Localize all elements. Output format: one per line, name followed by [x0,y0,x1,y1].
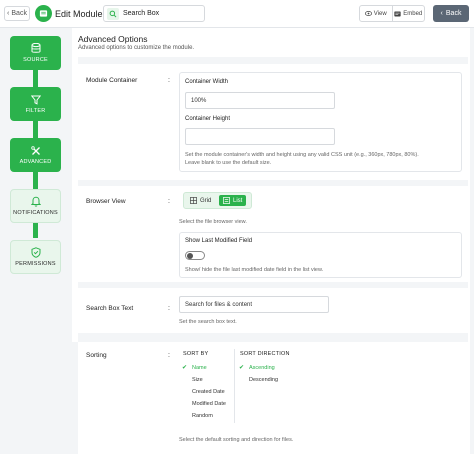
list-icon [223,197,230,204]
sorting-help: Select the default sorting and direction… [179,437,294,443]
embed-label: Embed [403,10,423,17]
colon: : [168,352,170,359]
step-source-label: SOURCE [23,57,48,63]
chevron-left-icon: ‹ [440,10,443,17]
grid-label: Grid [200,197,212,204]
direction-descending[interactable]: Descending [249,377,278,383]
divider [78,333,468,342]
page-title: Edit Module [55,9,103,19]
container-height-input[interactable] [185,128,335,145]
section-title: Advanced Options [78,34,148,44]
bell-icon [30,196,41,207]
section-subtitle: Advanced options to customize the module… [78,45,195,51]
step-permissions-label: PERMISSIONS [15,261,56,267]
step-notifications-label: NOTIFICATIONS [13,210,58,216]
step-advanced[interactable]: ADVANCED [10,138,61,172]
colon: : [168,77,170,84]
module-name-value: Search Box [123,10,160,17]
module-name-input[interactable]: Search Box [103,5,205,22]
top-bar: ‹ Back Edit Module Search Box View Embed… [0,0,474,28]
list-label: List [233,197,243,204]
step-filter[interactable]: FILTER [10,87,61,121]
view-button[interactable]: View [360,6,392,21]
container-width-input[interactable]: 100% [185,92,335,109]
container-help: Set the module container's width and hei… [185,151,460,167]
tools-icon [30,145,41,156]
embed-button[interactable]: Embed [391,6,425,21]
sorting-label: Sorting [86,352,107,359]
embed-icon [394,11,401,17]
step-filter-label: FILTER [25,107,46,114]
search-box-text-label: Search Box Text [86,305,134,312]
check-icon: ✔ [182,365,188,371]
filter-icon [30,95,41,105]
step-permissions[interactable]: PERMISSIONS [10,240,61,274]
container-help-line1: Set the module container's width and hei… [185,152,419,158]
back-button[interactable]: ‹ Back [4,6,30,21]
sort-direction-heading: SORT DIRECTION [240,351,290,357]
grid-icon [190,197,197,204]
container-height-label: Container Height [185,116,231,122]
eye-icon [364,11,372,16]
module-icon [35,5,52,22]
container-help-line2: Leave blank to use the default size. [185,160,272,166]
direction-ascending[interactable]: Ascending [249,365,275,371]
sort-by-modified-date[interactable]: Modified Date [192,401,226,407]
back-dark-button[interactable]: ‹ Back [433,5,469,22]
divider [78,57,468,64]
container-width-label: Container Width [185,79,229,85]
back-dark-label: Back [445,10,462,17]
divider [78,180,468,186]
step-source[interactable]: SOURCE [10,36,61,70]
sort-by-heading: SORT BY [183,351,209,357]
sort-by-created-date[interactable]: Created Date [192,389,225,395]
sort-by-random[interactable]: Random [192,413,213,419]
module-container-label: Module Container [86,77,138,84]
browser-view-label: Browser View [86,198,126,205]
sort-by-size[interactable]: Size [192,377,203,383]
toggle-knob [187,253,193,259]
divider [78,282,468,288]
shield-check-icon [31,247,41,258]
view-label: View [373,10,387,17]
last-modified-help: Show/ hide the file last modified date f… [185,267,324,273]
back-label: Back [11,10,27,17]
check-icon: ✔ [239,365,245,371]
step-advanced-label: ADVANCED [19,158,52,165]
search-box-help: Set the search box text. [179,319,237,325]
sort-by-name[interactable]: Name [192,365,207,371]
colon: : [168,198,170,205]
colon: : [168,305,170,312]
sort-column-divider [234,349,235,423]
chevron-left-icon: ‹ [7,10,10,17]
search-box-text-input[interactable]: Search for files & content [179,296,329,313]
search-box-module-icon [107,7,119,20]
search-box-text-value: Search for files & content [185,301,253,308]
container-width-value: 100% [191,97,207,104]
browser-view-toggle: Grid List [183,192,252,209]
last-modified-toggle[interactable] [185,251,205,260]
view-embed-group: View Embed [359,5,425,22]
view-list-option[interactable]: List [219,195,247,206]
step-notifications[interactable]: NOTIFICATIONS [10,189,61,223]
database-icon [31,43,41,54]
view-grid-option[interactable]: Grid [186,195,215,206]
last-modified-label: Show Last Modified Field [185,238,253,244]
browser-view-help: Select the file browser view. [179,219,247,225]
